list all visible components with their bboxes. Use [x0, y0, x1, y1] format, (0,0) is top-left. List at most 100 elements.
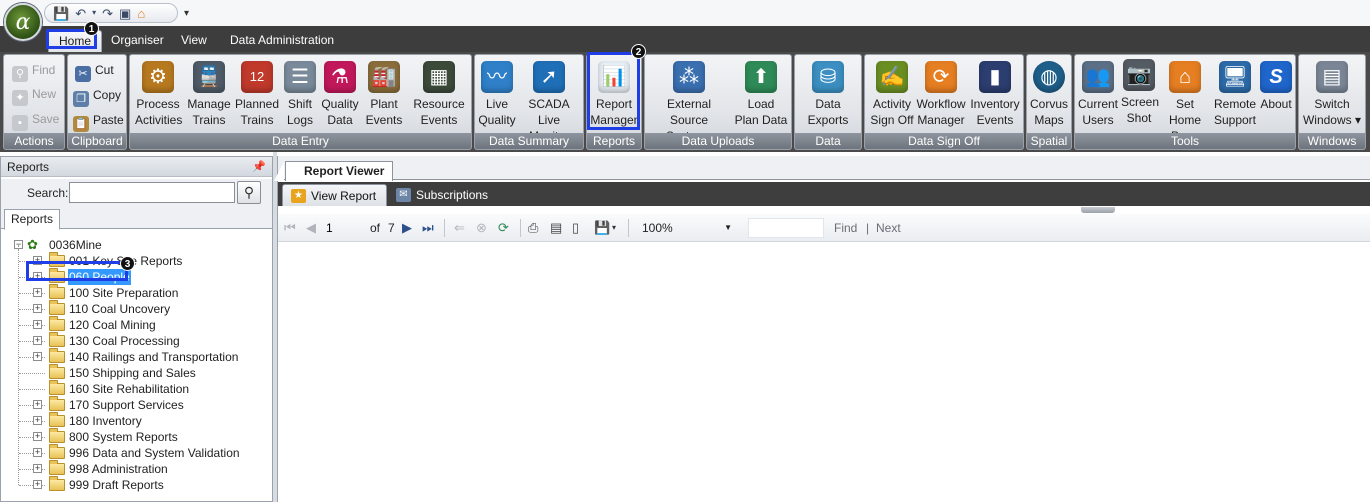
planned-trains-button[interactable]: 12 Planned Trains: [234, 57, 280, 133]
redo-icon[interactable]: ↷: [102, 7, 113, 20]
button-label: Maps: [1034, 113, 1064, 127]
expand-icon[interactable]: +: [33, 336, 42, 345]
set-home-page-button[interactable]: ⌂Set HomePage: [1159, 57, 1211, 143]
page-number-input[interactable]: [326, 218, 364, 238]
external-source-systems-button[interactable]: ⁂External SourceSystems: [648, 57, 730, 143]
tab-view-report[interactable]: ★ View Report: [282, 184, 388, 206]
button-label: Quality: [321, 97, 359, 111]
shift-logs-icon: ☰: [284, 61, 316, 93]
print-layout-icon[interactable]: ▤: [550, 219, 562, 237]
button-label: Report: [595, 97, 633, 111]
screenshot-icon[interactable]: ▣: [119, 7, 131, 20]
save-button[interactable]: ▪ Save: [12, 108, 59, 131]
find-link[interactable]: Find: [834, 219, 857, 237]
stop-icon[interactable]: ⊗: [476, 219, 487, 237]
activity-sign-off-button[interactable]: ✍ Activity Sign Off: [868, 57, 916, 133]
tab-organiser[interactable]: Organiser: [101, 30, 174, 52]
inventory-events-button[interactable]: ▮ Inventory Events: [969, 57, 1021, 133]
tab-view[interactable]: View: [171, 30, 217, 52]
tab-subscriptions[interactable]: ✉ Subscriptions: [388, 184, 498, 206]
ribbon-group-data-exports: ⛁ Data Exports Data Exports: [794, 54, 862, 150]
tree-node-label: 999 Draft Reports: [69, 478, 164, 492]
previous-page-icon[interactable]: ◀: [306, 219, 316, 237]
load-plan-data-button[interactable]: ⬆ Load Plan Data: [733, 57, 789, 133]
scada-live-monitor-button[interactable]: ➚SCADALive Monitor: [517, 57, 581, 143]
process-activities-button[interactable]: ⚙ Process Activities: [135, 57, 182, 133]
tab-reports[interactable]: Reports: [4, 209, 61, 230]
about-button[interactable]: S About: [1259, 57, 1293, 133]
tab-data-administration[interactable]: Data Administration: [220, 30, 344, 52]
expand-icon[interactable]: +: [33, 448, 42, 457]
tab-label: View Report: [311, 189, 377, 203]
search-input[interactable]: [69, 182, 235, 203]
new-button[interactable]: ✦ New: [12, 83, 56, 106]
expand-icon[interactable]: +: [33, 352, 42, 361]
export-icon[interactable]: 💾: [594, 219, 610, 237]
app-menu-orb[interactable]: α: [4, 3, 42, 41]
workflow-icon: ⟳: [925, 61, 957, 93]
expand-icon[interactable]: +: [33, 480, 42, 489]
corvus-maps-button[interactable]: ◍ Corvus Maps: [1029, 57, 1069, 133]
find-button[interactable]: ⚲ Find: [12, 59, 55, 82]
button-label: Sign Off: [870, 113, 914, 127]
expand-icon[interactable]: +: [33, 432, 42, 441]
tree-line: [18, 245, 19, 485]
refresh-icon[interactable]: ⟳: [498, 219, 509, 237]
chevron-down-icon: ▼: [724, 223, 732, 232]
ribbon-group-data-summary: 〰LiveQuality ➚SCADALive Monitor Data Sum…: [474, 54, 584, 150]
pin-icon[interactable]: 📌: [252, 157, 266, 177]
export-dropdown-icon[interactable]: ▾: [612, 219, 616, 237]
group-label-reports: Reports: [587, 133, 641, 149]
paste-button[interactable]: 📋 Paste: [73, 109, 124, 132]
print-icon[interactable]: ⎙: [528, 219, 538, 237]
expand-icon[interactable]: +: [33, 304, 42, 313]
folder-icon: [49, 268, 65, 283]
folder-icon: [49, 348, 65, 363]
quality-data-button[interactable]: ⚗ Quality Data: [320, 57, 360, 133]
back-icon[interactable]: ⇐: [454, 219, 465, 237]
expand-icon[interactable]: +: [33, 464, 42, 473]
next-page-icon[interactable]: ▶: [402, 219, 412, 237]
expand-icon[interactable]: +: [33, 416, 42, 425]
report-manager-button[interactable]: 📊 Report Manager: [589, 57, 639, 133]
undo-icon[interactable]: ↶: [75, 7, 86, 20]
undo-dropdown-icon[interactable]: ▾: [92, 9, 96, 17]
screen-shot-button[interactable]: 📷 Screen Shot: [1121, 55, 1159, 131]
page-setup-icon[interactable]: ▯: [572, 219, 579, 237]
tab-label: Subscriptions: [416, 188, 489, 202]
globe-icon: ◍: [1033, 61, 1065, 93]
find-input[interactable]: [748, 218, 824, 238]
collapse-handle[interactable]: [1081, 207, 1115, 213]
expand-icon[interactable]: +: [33, 320, 42, 329]
resource-events-button[interactable]: ▦ Resource Events: [409, 57, 469, 133]
zoom-select[interactable]: 100% ▼: [638, 218, 738, 238]
remote-support-button[interactable]: 🖥 Remote Support: [1213, 57, 1257, 133]
copy-button[interactable]: ❐ Copy: [73, 84, 121, 107]
tree-node-label: 130 Coal Processing: [69, 334, 180, 348]
last-page-icon[interactable]: ⏭: [422, 219, 434, 237]
tab-report-viewer[interactable]: Report Viewer: [273, 161, 394, 181]
first-page-icon[interactable]: ⏮: [284, 219, 296, 237]
folder-icon: [49, 300, 65, 315]
expand-icon[interactable]: +: [33, 272, 42, 281]
switch-windows-button[interactable]: ▤ Switch Windows ▾: [1301, 57, 1363, 133]
button-label: Shot: [1126, 111, 1152, 125]
customize-toolbar-icon[interactable]: ▾: [184, 8, 189, 19]
cut-button[interactable]: ✂ Cut: [75, 59, 114, 82]
data-exports-button[interactable]: ⛁ Data Exports: [803, 57, 853, 133]
expand-icon[interactable]: +: [33, 256, 42, 265]
save-icon[interactable]: 💾: [53, 7, 69, 20]
home-icon[interactable]: ⌂: [137, 7, 145, 20]
expand-icon[interactable]: +: [33, 400, 42, 409]
search-button[interactable]: ⚲: [237, 181, 261, 204]
live-quality-button[interactable]: 〰 Live Quality: [478, 57, 516, 133]
tree-line: [19, 373, 45, 374]
folder-icon: [49, 428, 65, 443]
workflow-manager-button[interactable]: ⟳ Workflow Manager: [916, 57, 966, 133]
plant-events-button[interactable]: 🏭 Plant Events: [363, 57, 405, 133]
manage-trains-button[interactable]: 🚆 Manage Trains: [186, 57, 232, 133]
next-link[interactable]: Next: [876, 219, 901, 237]
expand-icon[interactable]: +: [33, 288, 42, 297]
shift-logs-button[interactable]: ☰ Shift Logs: [283, 57, 317, 133]
current-users-button[interactable]: 👥 Current Users: [1077, 57, 1119, 133]
